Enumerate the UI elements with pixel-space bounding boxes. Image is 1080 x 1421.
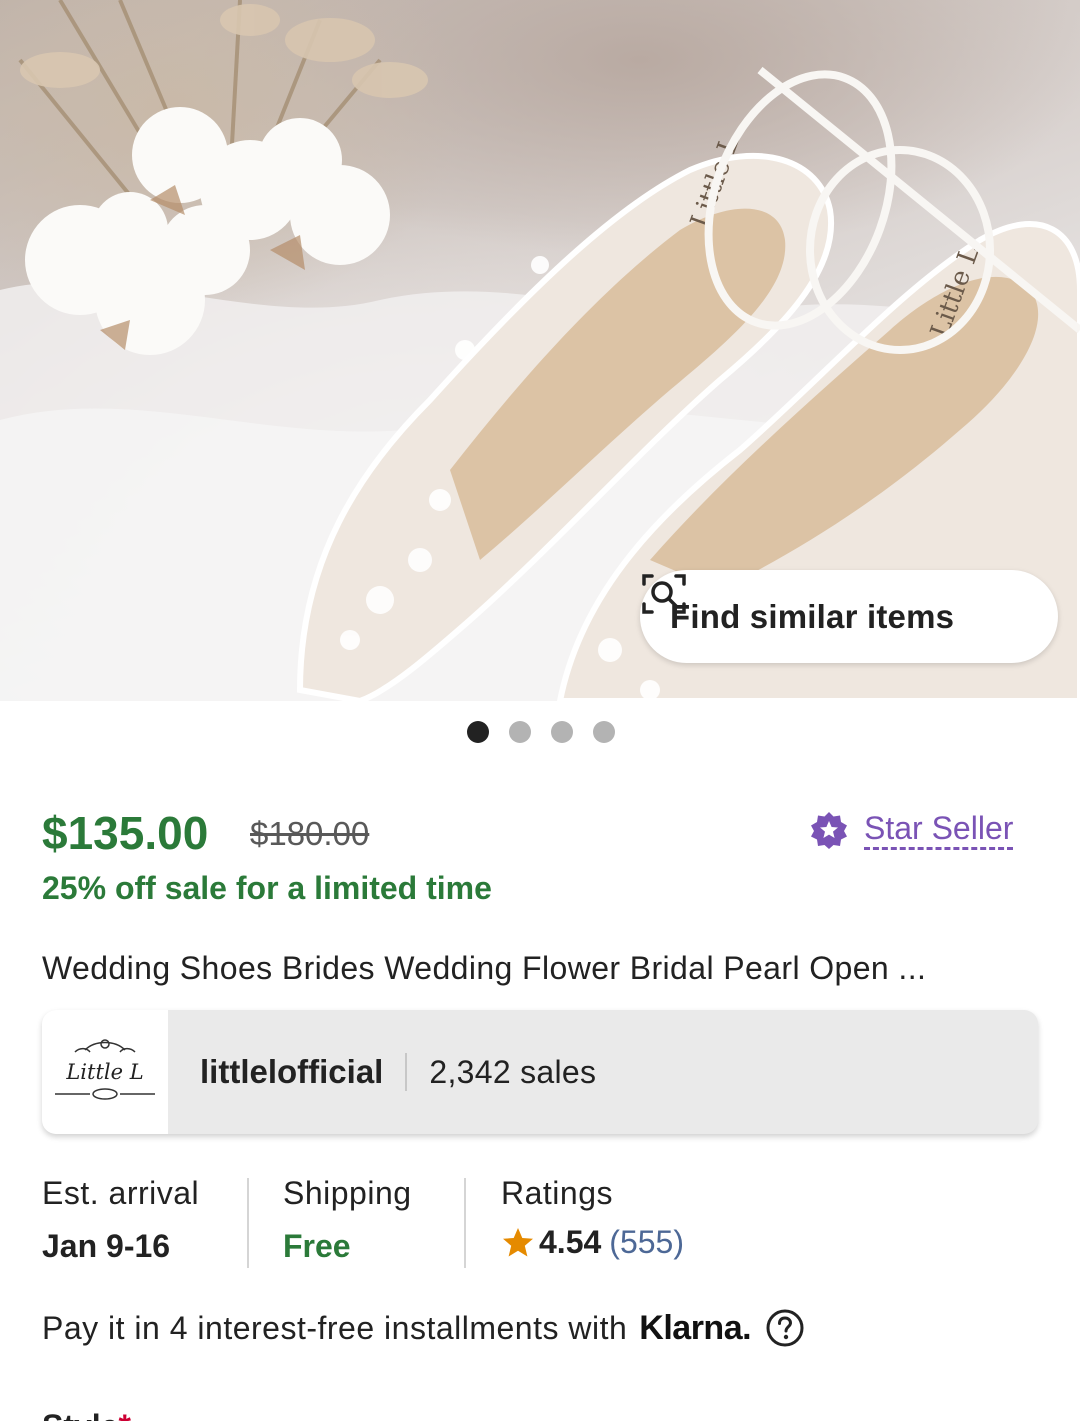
style-section-label: Style* xyxy=(42,1408,131,1421)
star-seller-label: Star Seller xyxy=(864,810,1014,850)
star-seller-badge[interactable]: Star Seller xyxy=(810,810,1014,850)
carousel-dots xyxy=(467,721,615,743)
arrival-label: Est. arrival xyxy=(42,1175,200,1211)
detail-divider xyxy=(247,1178,249,1268)
detail-divider xyxy=(464,1178,466,1268)
find-similar-button[interactable]: Find similar items xyxy=(640,570,1058,663)
carousel-dot-1[interactable] xyxy=(467,721,489,743)
carousel-dot-2[interactable] xyxy=(509,721,531,743)
help-icon[interactable] xyxy=(765,1308,805,1348)
ratings-info[interactable]: Ratings 4.54 (555) xyxy=(501,1175,684,1261)
ratings-label: Ratings xyxy=(501,1175,613,1211)
shop-name[interactable]: littlelofficial xyxy=(200,1053,383,1091)
carousel-dot-4[interactable] xyxy=(593,721,615,743)
shipping-info: Shipping Free xyxy=(283,1175,412,1265)
listing-title[interactable]: Wedding Shoes Brides Wedding Flower Brid… xyxy=(42,950,1038,987)
find-similar-label: Find similar items xyxy=(670,597,955,635)
estimated-arrival: Est. arrival Jan 9-16 xyxy=(42,1175,199,1265)
required-mark: * xyxy=(118,1408,130,1421)
klarna-text: Pay it in 4 interest-free installments w… xyxy=(42,1309,628,1346)
sale-message: 25% off sale for a limited time xyxy=(42,870,492,906)
shipping-value: Free xyxy=(283,1228,351,1264)
klarna-logo: Klarna. xyxy=(639,1308,752,1347)
shipping-label: Shipping xyxy=(283,1175,412,1211)
rating-score: 4.54 xyxy=(539,1224,602,1260)
rating-count[interactable]: (555) xyxy=(609,1224,684,1261)
shop-logo: Little L xyxy=(42,1010,168,1134)
little-l-logo-icon: Little L xyxy=(55,1039,155,1100)
product-image[interactable]: Little L Little L Find similar items xyxy=(0,0,1080,701)
visual-search-icon xyxy=(642,574,686,614)
style-label: Style xyxy=(42,1408,118,1421)
arrival-value: Jan 9-16 xyxy=(42,1228,171,1264)
original-price: $180.00 xyxy=(250,815,370,852)
shop-sales-count: 2,342 sales xyxy=(429,1053,597,1090)
shop-card[interactable]: Little L littlelofficial 2,342 sales xyxy=(42,1010,1038,1134)
carousel-dot-3[interactable] xyxy=(551,721,573,743)
klarna-installments: Pay it in 4 interest-free installments w… xyxy=(42,1308,805,1348)
rating-star-icon xyxy=(503,1227,533,1256)
star-seller-icon xyxy=(811,812,847,849)
shop-divider xyxy=(405,1053,408,1091)
current-price: $135.00 xyxy=(42,807,209,859)
shop-logo-text: Little L xyxy=(65,1060,143,1084)
